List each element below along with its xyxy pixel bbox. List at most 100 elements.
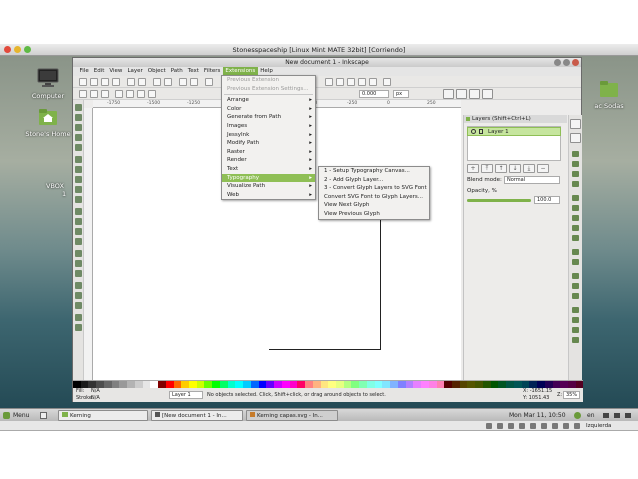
snap-edges-icon[interactable] <box>572 151 579 157</box>
rotate-cw-icon[interactable] <box>126 90 134 98</box>
snap-extra-1-icon[interactable] <box>572 307 579 313</box>
menu-item-convert-svg-font[interactable]: Convert SVG Font to Glyph Layers... <box>319 193 429 202</box>
print-icon[interactable] <box>112 78 120 86</box>
snap-extra-3-icon[interactable] <box>572 327 579 333</box>
update-icon[interactable] <box>574 412 581 419</box>
paste-icon[interactable] <box>190 78 198 86</box>
box-tool-icon[interactable] <box>75 166 82 173</box>
menu-layer[interactable]: Layer <box>125 67 145 76</box>
undo-icon[interactable] <box>153 78 161 86</box>
palette-swatch[interactable] <box>134 381 143 388</box>
palette-swatch[interactable] <box>127 381 135 388</box>
palette-swatch[interactable] <box>444 381 452 388</box>
network-icon[interactable] <box>614 413 620 418</box>
palette-swatch[interactable] <box>243 381 251 388</box>
menu-view[interactable]: View <box>107 67 125 76</box>
palette-swatch[interactable] <box>305 381 313 388</box>
layer-row[interactable]: Layer 1 <box>467 127 561 136</box>
star-tool-icon[interactable] <box>75 186 82 193</box>
menu-item-render[interactable]: Render ▸ <box>222 156 315 165</box>
palette-swatch[interactable] <box>436 381 445 388</box>
minimize-icon[interactable] <box>14 46 21 53</box>
add-layer-button[interactable]: + <box>467 164 479 173</box>
menu-item-raster[interactable]: Raster ▸ <box>222 148 315 157</box>
palette-swatch[interactable] <box>165 381 174 388</box>
connector-tool-icon[interactable] <box>75 314 82 321</box>
snap-paths-icon[interactable] <box>572 205 579 211</box>
zoom-field[interactable]: 35% <box>563 391 580 399</box>
show-desktop-icon[interactable] <box>40 412 47 419</box>
preferences-icon[interactable] <box>369 78 377 86</box>
tweak-tool-icon[interactable] <box>75 124 82 131</box>
menu-item-generate-from-path[interactable]: Generate from Path ▸ <box>222 113 315 122</box>
palette-swatch[interactable] <box>142 381 151 388</box>
lower-layer-button[interactable]: ↓ <box>509 164 521 173</box>
palette-swatch[interactable] <box>266 381 275 388</box>
volume-icon[interactable] <box>603 413 609 418</box>
palette-swatch[interactable] <box>204 381 213 388</box>
selector-tool-icon[interactable] <box>75 104 82 111</box>
palette-swatch[interactable] <box>451 381 460 388</box>
menu-file[interactable]: File <box>77 67 91 76</box>
palette-swatch[interactable] <box>490 381 499 388</box>
ellipse-tool-icon[interactable] <box>75 176 82 183</box>
measure-tool-icon[interactable] <box>75 144 82 151</box>
spiral-tool-icon[interactable] <box>75 196 82 203</box>
mint-menu-icon[interactable] <box>3 412 10 419</box>
power-icon[interactable] <box>625 413 631 418</box>
palette-swatch[interactable] <box>459 381 468 388</box>
palette-swatch[interactable] <box>103 381 112 388</box>
bucket-tool-icon[interactable] <box>75 270 82 277</box>
text-tool-icon[interactable] <box>75 238 82 245</box>
window-maximize-icon[interactable] <box>563 59 570 66</box>
snap-extra-4-icon[interactable] <box>572 337 579 343</box>
export-icon[interactable] <box>138 78 146 86</box>
lock-icon[interactable] <box>479 129 483 134</box>
scale-stroke-icon[interactable] <box>443 89 454 99</box>
palette-swatch[interactable] <box>258 381 267 388</box>
xml-editor-icon[interactable] <box>347 78 355 86</box>
snap-corners-icon[interactable] <box>572 161 579 167</box>
copy-icon[interactable] <box>179 78 187 86</box>
snap-rotation-centers-icon[interactable] <box>572 259 579 265</box>
gradient-tool-icon[interactable] <box>75 282 82 289</box>
raise-layer-button[interactable]: ↑ <box>495 164 507 173</box>
text-font-icon[interactable] <box>336 78 344 86</box>
fill-stroke-icon[interactable] <box>325 78 333 86</box>
palette-swatch[interactable] <box>111 381 120 388</box>
import-icon[interactable] <box>127 78 135 86</box>
unit-select[interactable]: px <box>393 90 409 98</box>
menu-item-typography[interactable]: Typography ▸ <box>222 173 315 183</box>
dropper-tool-icon[interactable] <box>75 302 82 309</box>
snap-centers-icon[interactable] <box>572 181 579 187</box>
menu-item-color[interactable]: Color ▸ <box>222 105 315 114</box>
usb-icon[interactable] <box>508 423 514 429</box>
menu-item-web[interactable]: Web ▸ <box>222 191 315 200</box>
menu-text[interactable]: Text <box>185 67 201 76</box>
mesh-tool-icon[interactable] <box>75 292 82 299</box>
deselect-icon[interactable] <box>101 90 109 98</box>
snap-intersections-icon[interactable] <box>572 215 579 221</box>
zoom-selection-icon[interactable] <box>205 78 213 86</box>
palette-swatch[interactable] <box>560 381 568 388</box>
document-properties-icon[interactable] <box>383 78 391 86</box>
palette-swatch[interactable] <box>181 381 190 388</box>
hdd-icon[interactable] <box>486 423 492 429</box>
close-icon[interactable] <box>4 46 11 53</box>
palette-swatch[interactable] <box>575 381 584 388</box>
snap-object-centers-icon[interactable] <box>572 249 579 255</box>
menu-item-visualize-path[interactable]: Visualize Path ▸ <box>222 182 315 191</box>
palette-swatch[interactable] <box>359 381 367 388</box>
palette-swatch[interactable] <box>482 381 491 388</box>
palette-swatch[interactable] <box>289 381 298 388</box>
cpu-icon[interactable] <box>574 423 580 429</box>
select-all-layers-icon[interactable] <box>90 90 98 98</box>
blend-mode-select[interactable]: Normal <box>504 176 560 184</box>
window-minimize-icon[interactable] <box>554 59 561 66</box>
rectangle-tool-icon[interactable] <box>75 156 82 163</box>
pencil-tool-icon[interactable] <box>75 208 82 215</box>
save-icon[interactable] <box>101 78 109 86</box>
menu-item-setup-typography-canvas[interactable]: 1 - Setup Typography Canvas... <box>319 167 429 176</box>
move-patterns-icon[interactable] <box>482 89 493 99</box>
snap-nodes-icon[interactable] <box>572 195 579 201</box>
